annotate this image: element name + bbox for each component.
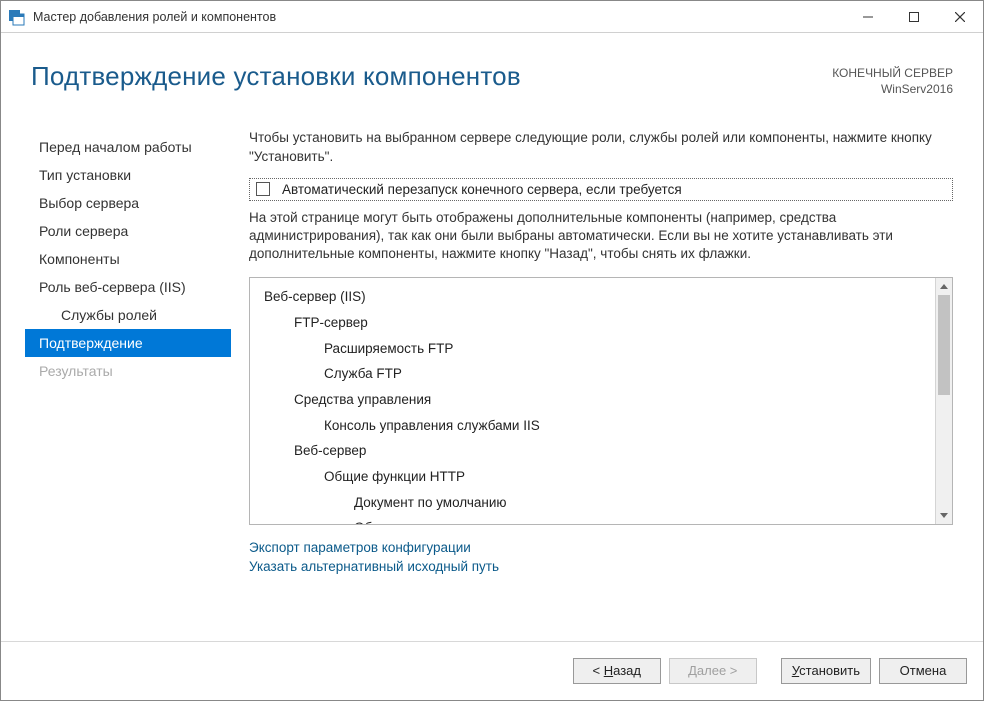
tree-item: Расширяемость FTP	[258, 336, 931, 362]
window-title: Мастер добавления ролей и компонентов	[33, 10, 845, 24]
next-button: Далее >	[669, 658, 757, 684]
tree-item: Веб-сервер (IIS)	[258, 284, 931, 310]
sidebar-item-server-selection[interactable]: Выбор сервера	[25, 189, 231, 217]
close-button[interactable]	[937, 1, 983, 32]
tree-item: Документ по умолчанию	[258, 490, 931, 516]
scroll-thumb[interactable]	[938, 295, 950, 395]
tree-item: FTP-сервер	[258, 310, 931, 336]
tree-item: Средства управления	[258, 387, 931, 413]
page-title: Подтверждение установки компонентов	[31, 61, 832, 92]
target-server-label: КОНЕЧНЫЙ СЕРВЕР	[832, 65, 953, 81]
tree-item: Обзор каталога	[258, 515, 931, 524]
sidebar-item-server-roles[interactable]: Роли сервера	[25, 217, 231, 245]
target-server-block: КОНЕЧНЫЙ СЕРВЕР WinServ2016	[832, 61, 953, 97]
tree-item: Веб-сервер	[258, 438, 931, 464]
note-text: На этой странице могут быть отображены д…	[249, 209, 953, 264]
intro-text: Чтобы установить на выбранном сервере сл…	[249, 129, 953, 165]
sidebar-item-features[interactable]: Компоненты	[25, 245, 231, 273]
tree-item: Служба FTP	[258, 361, 931, 387]
titlebar: Мастер добавления ролей и компонентов	[1, 1, 983, 33]
wizard-footer: < Назад Далее > Установить Отмена	[1, 641, 983, 699]
scroll-down-button[interactable]	[936, 507, 952, 524]
tree-scrollbar[interactable]	[935, 278, 952, 524]
minimize-button[interactable]	[845, 1, 891, 32]
alt-source-path-link[interactable]: Указать альтернативный исходный путь	[249, 559, 499, 574]
restart-checkbox-label: Автоматический перезапуск конечного серв…	[282, 182, 682, 197]
restart-checkbox-row[interactable]: Автоматический перезапуск конечного серв…	[249, 178, 953, 201]
install-button[interactable]: Установить	[781, 658, 871, 684]
sidebar-item-confirmation[interactable]: Подтверждение	[25, 329, 231, 357]
features-tree: Веб-сервер (IIS) FTP-сервер Расширяемост…	[249, 277, 953, 525]
tree-item: Общие функции HTTP	[258, 464, 931, 490]
maximize-button[interactable]	[891, 1, 937, 32]
restart-checkbox[interactable]	[256, 182, 270, 196]
window-controls	[845, 1, 983, 32]
scroll-track[interactable]	[936, 295, 952, 507]
sidebar-item-results: Результаты	[25, 357, 231, 385]
sidebar-item-before-you-begin[interactable]: Перед началом работы	[25, 133, 231, 161]
export-config-link[interactable]: Экспорт параметров конфигурации	[249, 540, 471, 555]
sidebar-item-role-services[interactable]: Службы ролей	[25, 301, 231, 329]
cancel-button[interactable]: Отмена	[879, 658, 967, 684]
tree-item: Консоль управления службами IIS	[258, 413, 931, 439]
target-server-name: WinServ2016	[832, 81, 953, 97]
back-button[interactable]: < Назад	[573, 658, 661, 684]
wizard-sidebar: Перед началом работы Тип установки Выбор…	[17, 121, 231, 641]
features-tree-content: Веб-сервер (IIS) FTP-сервер Расширяемост…	[250, 278, 935, 524]
scroll-up-button[interactable]	[936, 278, 952, 295]
sidebar-item-iis-role[interactable]: Роль веб-сервера (IIS)	[25, 273, 231, 301]
app-icon	[9, 8, 27, 26]
sidebar-item-installation-type[interactable]: Тип установки	[25, 161, 231, 189]
